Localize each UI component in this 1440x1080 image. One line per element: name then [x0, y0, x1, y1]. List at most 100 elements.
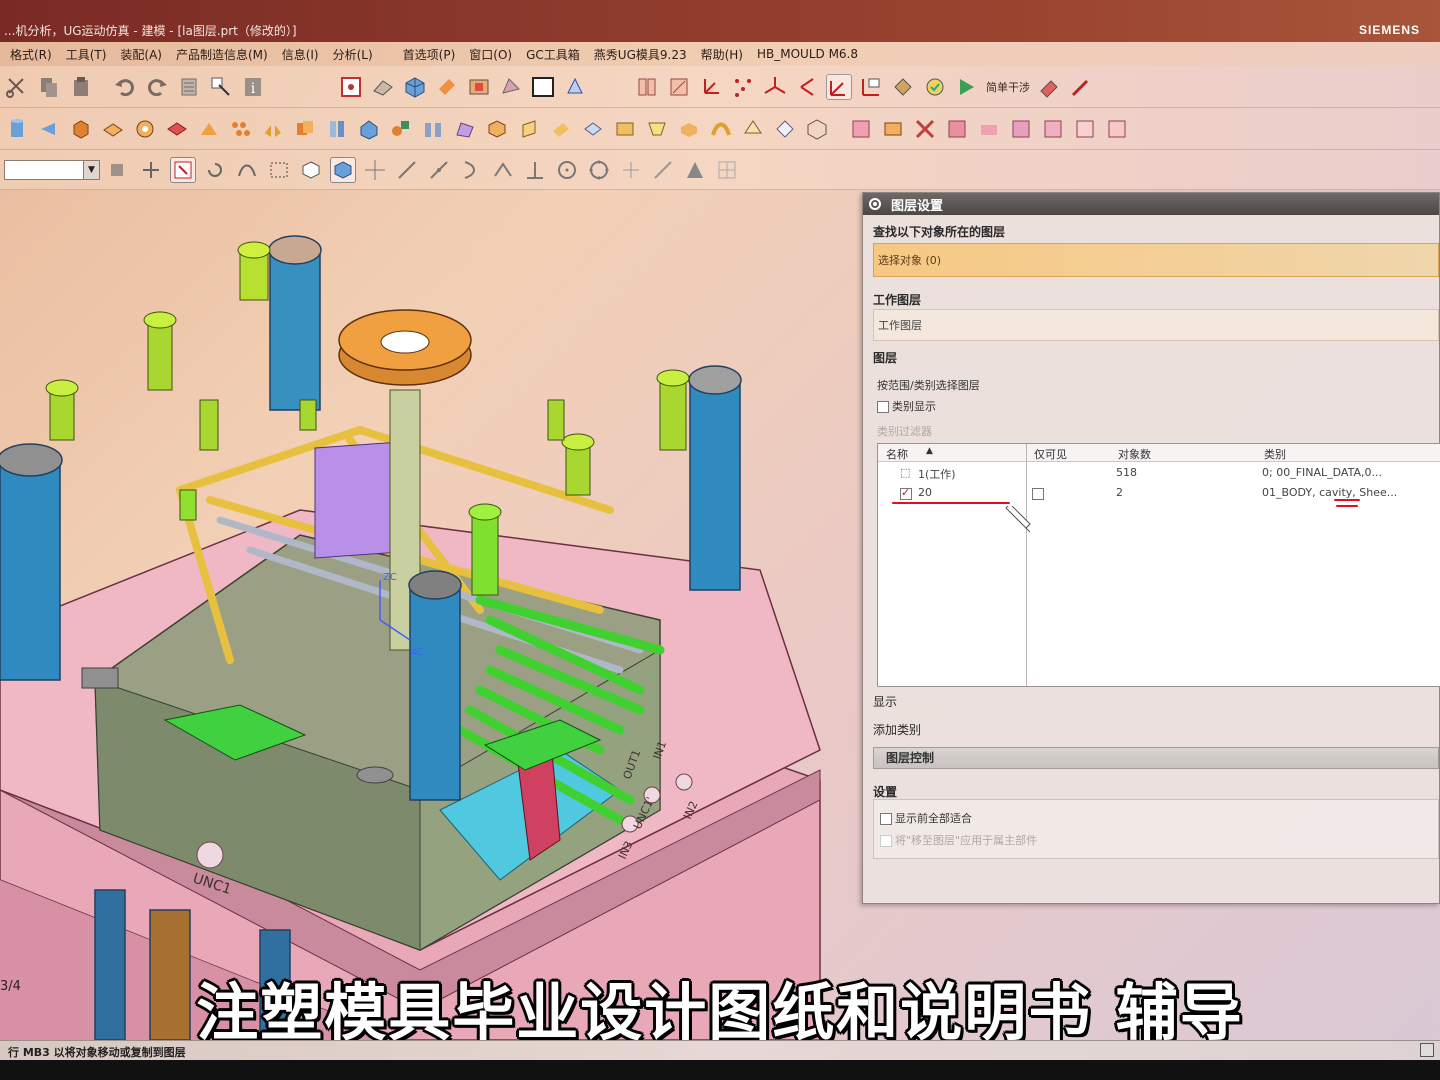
patch-icon[interactable]: [772, 116, 798, 142]
snap-perpendicular-icon[interactable]: [522, 157, 548, 183]
snap-center-icon[interactable]: [554, 157, 580, 183]
wcs-origin-icon[interactable]: [762, 74, 788, 100]
snap-point-icon[interactable]: [138, 157, 164, 183]
pencil-icon[interactable]: [1068, 74, 1094, 100]
cone-icon[interactable]: [36, 116, 62, 142]
offset-face-icon[interactable]: [580, 116, 606, 142]
mold-base-icon[interactable]: [880, 116, 906, 142]
rectangle-select-icon[interactable]: [266, 157, 292, 183]
unite-icon[interactable]: [292, 116, 318, 142]
cooling-icon[interactable]: [1008, 116, 1034, 142]
select-assembly-icon[interactable]: [106, 157, 132, 183]
pattern-icon[interactable]: [228, 116, 254, 142]
work-layer-input[interactable]: 工作图层: [873, 309, 1439, 341]
fit-view-icon[interactable]: [338, 74, 364, 100]
column-header-visible-only[interactable]: 仅可见: [1034, 446, 1067, 462]
layer-visible-checkbox[interactable]: [900, 486, 912, 500]
drawing-icon[interactable]: [1104, 116, 1130, 142]
category-display-row[interactable]: 类别显示: [877, 398, 936, 414]
info-object-icon[interactable]: [208, 74, 234, 100]
snap-arc-icon[interactable]: [458, 157, 484, 183]
menu-analysis[interactable]: 分析(L): [333, 46, 373, 63]
simple-interference-label[interactable]: 简单干涉: [986, 79, 1030, 95]
simulation-play-icon[interactable]: [954, 74, 980, 100]
shell-icon[interactable]: [516, 116, 542, 142]
select-by-point-icon[interactable]: [170, 156, 196, 183]
undo-icon[interactable]: [112, 74, 138, 100]
status-window-icon[interactable]: [1420, 1043, 1434, 1057]
section-view-icon[interactable]: [466, 74, 492, 100]
thicken-icon[interactable]: [676, 116, 702, 142]
analysis-check-icon[interactable]: [890, 74, 916, 100]
menu-help[interactable]: 帮助(H): [701, 46, 743, 63]
snap-on-curve-icon[interactable]: [650, 157, 676, 183]
interference-icon[interactable]: [1036, 74, 1062, 100]
edge-color-icon[interactable]: [434, 74, 460, 100]
split-body-icon[interactable]: [420, 116, 446, 142]
menu-assembly[interactable]: 装配(A): [120, 46, 162, 63]
measure-distance-icon[interactable]: [634, 74, 660, 100]
info-icon[interactable]: i: [240, 74, 266, 100]
copy-icon[interactable]: [36, 74, 62, 100]
fit-all-row[interactable]: 显示前全部适合: [880, 810, 972, 826]
block-icon[interactable]: [68, 116, 94, 142]
table-row[interactable]: 20 2 01_BODY, cavity, Shee...: [878, 484, 1440, 504]
wcs-rotate-icon[interactable]: [794, 74, 820, 100]
snap-quadrant-icon[interactable]: [586, 157, 612, 183]
menu-info[interactable]: 信息(I): [282, 46, 319, 63]
solid-select-icon[interactable]: [330, 156, 356, 183]
mold-wizard-icon[interactable]: [848, 116, 874, 142]
chamfer-icon[interactable]: [484, 116, 510, 142]
category-display-checkbox[interactable]: [877, 401, 889, 413]
revolve-icon[interactable]: [132, 116, 158, 142]
menu-hb-mould[interactable]: HB_MOULD M6.8: [757, 47, 858, 61]
cylinder-icon[interactable]: [4, 116, 30, 142]
wire-cube-icon[interactable]: [804, 116, 830, 142]
intersect-icon[interactable]: [356, 116, 382, 142]
background-icon[interactable]: [530, 74, 556, 100]
menu-gc-toolbox[interactable]: GC工具箱: [526, 46, 580, 63]
snap-on-face-icon[interactable]: [682, 157, 708, 183]
column-header-name[interactable]: 名称: [886, 446, 908, 462]
measure-angle-icon[interactable]: [666, 74, 692, 100]
rotate-icon[interactable]: [202, 157, 228, 183]
snap-tangent-icon[interactable]: [490, 157, 516, 183]
gear-icon[interactable]: [867, 196, 883, 212]
menu-pmi[interactable]: 产品制造信息(M): [176, 46, 268, 63]
replace-face-icon[interactable]: [644, 116, 670, 142]
layer-icon[interactable]: [176, 74, 202, 100]
menu-window[interactable]: 窗口(O): [469, 46, 512, 63]
transparency-icon[interactable]: [498, 74, 524, 100]
redo-icon[interactable]: [144, 74, 170, 100]
snap-midpoint-icon[interactable]: [426, 157, 452, 183]
snap-grid-icon[interactable]: [714, 157, 740, 183]
wcs-save-icon[interactable]: [858, 74, 884, 100]
snap-endpoint-icon[interactable]: [362, 157, 388, 183]
standard-part-icon[interactable]: [912, 116, 938, 142]
slider-icon[interactable]: [976, 116, 1002, 142]
curve-select-icon[interactable]: [234, 157, 260, 183]
menu-yanxiu-mold[interactable]: 燕秀UG模具9.23: [594, 46, 687, 63]
checkmate-icon[interactable]: [922, 74, 948, 100]
render-style-icon[interactable]: [370, 74, 396, 100]
extrude-icon[interactable]: [100, 116, 126, 142]
selection-filter-dropdown[interactable]: ▼: [4, 159, 100, 180]
graphics-viewport[interactable]: UNC1 OUT1 IN1 UNC1' IN2 IN3 XC ZC 3/4: [0, 190, 862, 1040]
box-select-icon[interactable]: [298, 157, 324, 183]
visible-only-checkbox[interactable]: [1032, 488, 1044, 500]
view-orient-icon[interactable]: [562, 74, 588, 100]
edge-blend-icon[interactable]: [452, 116, 478, 142]
move-face-icon[interactable]: [612, 116, 638, 142]
table-row[interactable]: ⬚ 1(工作) 518 0; 00_FINAL_DATA,0...: [878, 464, 1440, 484]
paste-icon[interactable]: [68, 74, 94, 100]
subtract-icon[interactable]: [324, 116, 350, 142]
trim-body-icon[interactable]: [388, 116, 414, 142]
menu-tools[interactable]: 工具(T): [66, 46, 107, 63]
wcs-dynamic-icon[interactable]: [826, 73, 852, 100]
menu-format[interactable]: 格式(R): [10, 46, 52, 63]
datum-csys-icon[interactable]: [698, 74, 724, 100]
sweep-icon[interactable]: [708, 116, 734, 142]
point-set-icon[interactable]: [730, 74, 756, 100]
boss-icon[interactable]: [196, 116, 222, 142]
shaded-cube-icon[interactable]: [402, 74, 428, 100]
